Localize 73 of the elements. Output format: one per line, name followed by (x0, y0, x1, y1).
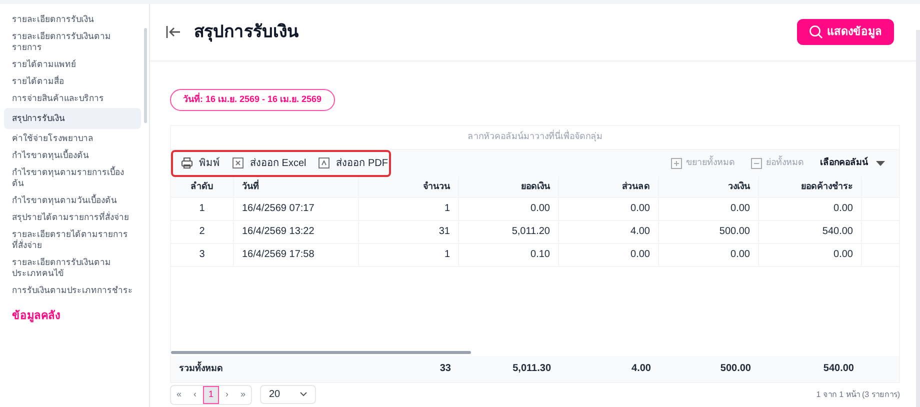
table-cell: 16/4/2569 17:58 (234, 244, 359, 266)
table-cell: 5,011.20 (459, 220, 559, 243)
table-cell: 500.00 (659, 220, 759, 243)
caret-icon (876, 160, 885, 166)
table-cell: 0.00 (659, 198, 759, 220)
table-cell: 0.00 (759, 198, 862, 220)
page-size-select[interactable]: 20 (260, 385, 316, 404)
sidebar-item[interactable]: การจ่ายสินค้าและบริการ (4, 91, 141, 106)
pdf-file-icon (318, 157, 330, 170)
sidebar-item[interactable]: รายละเอียดการรับเงินตามประเภทคนไข้ (4, 255, 141, 281)
page-title: สรุปการรับเงิน (194, 21, 299, 44)
export-pdf-button[interactable]: ส่งออก PDF (318, 156, 388, 171)
spreadsheet-file-icon (232, 157, 244, 170)
back-icon[interactable] (166, 25, 182, 40)
table-cell: 31 (359, 220, 459, 243)
search-icon (809, 25, 823, 40)
sidebar-section-heading: ข้อมูลคลัง (11, 308, 61, 324)
column-header: ส่วนลด (559, 176, 659, 197)
sidebar-item[interactable]: รายละเอียดการรับเงิน (4, 12, 141, 27)
total-cell-text: 33 (438, 362, 452, 376)
sidebar-item[interactable]: รายได้ตามแพทย์ (4, 57, 141, 72)
sidebar-item[interactable]: ค่าใช้จ่ายโรงพยาบาล (4, 131, 141, 146)
total-cell-text: 500.00 (719, 362, 752, 376)
scrollbar-thumb[interactable] (144, 28, 147, 123)
export-excel-button[interactable]: ส่งออก Excel (232, 156, 306, 171)
last-page-button[interactable]: » (235, 386, 251, 404)
horizontal-scrollbar[interactable] (171, 350, 471, 354)
table-cell: 0.00 (559, 244, 659, 266)
table-cell: 0.00 (659, 244, 759, 266)
date-filter-chip[interactable]: วันที่: 16 เม.ย. 2569 - 16 เม.ย. 2569 (170, 89, 335, 111)
sidebar-item[interactable]: สรุปการรับเงิน (4, 108, 141, 129)
table-cell: 3 (171, 244, 234, 266)
table-cell: 2 (171, 220, 234, 243)
column-header: วันที่ (234, 176, 359, 197)
previous-page-button[interactable]: ‹ (187, 386, 203, 404)
minus-square-icon (751, 158, 762, 169)
print-button[interactable]: พิมพ์ (181, 156, 220, 171)
table-cell: 0.10 (459, 244, 559, 266)
totals-label: รวมทั้งหมด (178, 360, 224, 375)
next-page-button[interactable]: › (219, 386, 235, 404)
total-cell-text: 5,011.30 (512, 362, 552, 376)
table-cell: 1 (359, 244, 459, 266)
table-cell: 0.00 (759, 244, 862, 266)
sidebar-item[interactable]: รายละเอียดการรับเงินตามรายการ (4, 29, 141, 55)
choose-columns-button[interactable]: เลือกคอลัมน์ (820, 156, 885, 170)
table-cell: 0.00 (559, 198, 659, 220)
total-cell-text: 4.00 (630, 362, 652, 376)
sidebar-item[interactable]: กำไรขาดทุนตามวันเบื้องต้น (4, 193, 141, 208)
column-header: วงเงิน (659, 176, 759, 197)
table-cell: 1 (359, 198, 459, 220)
table-cell: 4.00 (559, 220, 659, 243)
sidebar-item[interactable]: สรุปรายได้ตามรายการที่สั่งจ่าย (4, 210, 141, 225)
column-header: จำนวน (359, 176, 459, 197)
sidebar-item[interactable]: กำไรขาดทุนเบื้องต้น (4, 148, 141, 163)
column-header: ลำดับ (171, 176, 234, 197)
table-cell: 0.00 (459, 198, 559, 220)
sidebar-item[interactable]: การรับเงินตามประเภทการชำระ (4, 283, 141, 298)
column-header: ยอดเงิน (459, 176, 559, 197)
total-cell-text: 540.00 (822, 362, 855, 376)
table-cell: 1 (171, 198, 234, 220)
sidebar-item[interactable]: รายละเอียดรายได้ตามรายการที่สั่งจ่าย (4, 227, 141, 253)
table-cell: 16/4/2569 13:22 (234, 220, 359, 243)
show-data-button[interactable]: แสดงข้อมูล (797, 19, 894, 46)
column-header: ยอดค้างชำระ (759, 176, 862, 197)
page-summary: 1 จาก 1 หน้า (3 รายการ) (816, 388, 900, 401)
plus-square-icon (671, 158, 682, 169)
sidebar-item[interactable]: กำไรขาดทุนตามรายการเบื้องต้น (4, 165, 141, 191)
chevron-down-icon (300, 392, 307, 398)
table-cell: 540.00 (759, 220, 862, 243)
first-page-button[interactable]: « (171, 386, 187, 404)
printer-icon (181, 157, 193, 170)
table-cell: 16/4/2569 07:17 (234, 198, 359, 220)
sidebar-item[interactable]: รายได้ตามสื่อ (4, 74, 141, 89)
